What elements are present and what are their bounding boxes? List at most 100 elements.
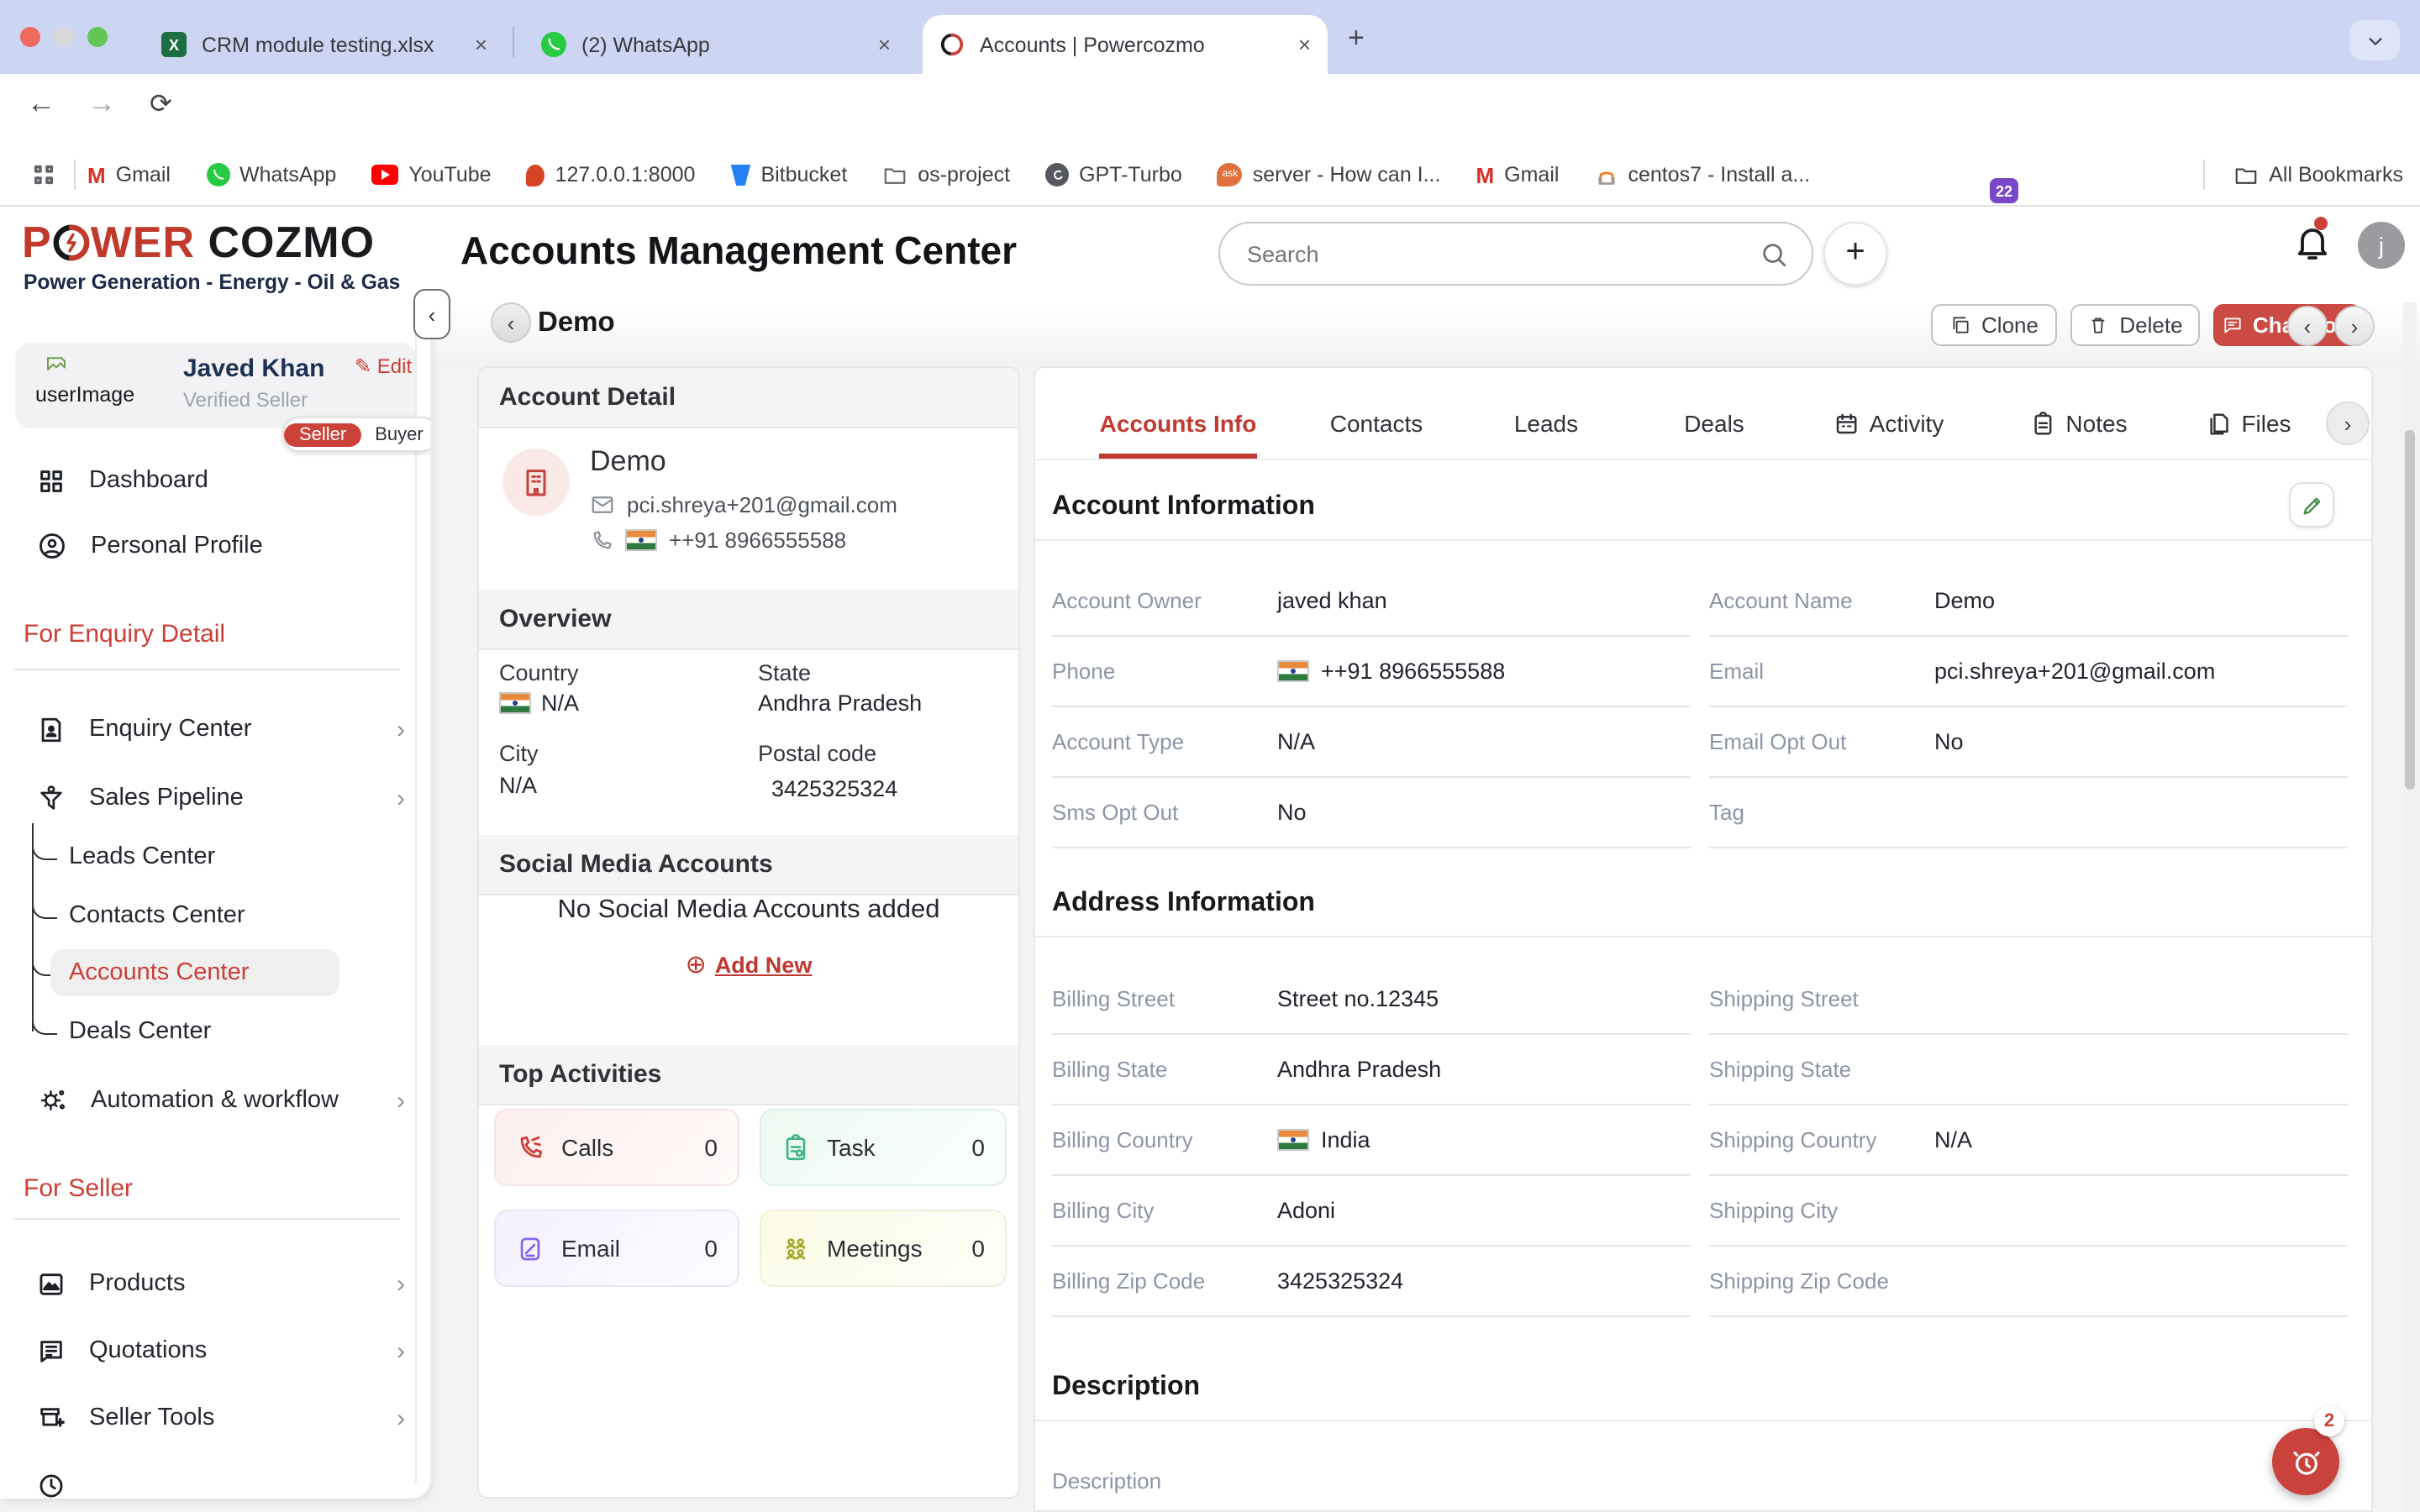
activity-card-email[interactable]: Email0 (494, 1210, 739, 1287)
bookmark-centos7[interactable]: centos7 - Install a... (1594, 163, 1810, 186)
sidebar-item-dashboard[interactable]: Dashboard (0, 450, 432, 511)
global-search[interactable] (1218, 222, 1813, 286)
user-status: Verified Seller (183, 388, 308, 412)
tab-leads[interactable]: Leads (1514, 388, 1578, 459)
sidebar-item-leads-center[interactable]: Leads Center (69, 843, 215, 870)
sidebar-item-label: Quotations (89, 1337, 207, 1364)
traffic-light-minimize[interactable] (54, 27, 74, 47)
sidebar-item-sales-pipeline[interactable]: Sales Pipeline › (0, 768, 432, 828)
bookmark-server[interactable]: askserver - How can I... (1218, 163, 1441, 186)
record-next-button[interactable]: › (2334, 306, 2375, 346)
browser-toolbar: ← → ⟳ i localhost:3000/crmV1/accounts?ac… (0, 74, 2420, 144)
traffic-light-zoom[interactable] (87, 27, 108, 47)
activity-card-calls[interactable]: Calls0 (494, 1109, 739, 1186)
india-flag-icon (1277, 660, 1309, 682)
sidebar-item-personal-profile[interactable]: Personal Profile (0, 516, 432, 576)
forward-button[interactable]: → (87, 87, 116, 121)
delete-button[interactable]: Delete (2070, 304, 2200, 346)
bookmark-gmail[interactable]: MGmail (87, 162, 171, 187)
sidebar-item-contacts-center[interactable]: Contacts Center (69, 902, 245, 929)
back-button[interactable]: ← (27, 87, 55, 121)
bookmarks-right-separator (2203, 160, 2205, 190)
tabs-scroll-next-button[interactable]: › (2326, 402, 2370, 445)
traffic-light-close[interactable] (20, 27, 40, 47)
sidebar-collapse-button[interactable]: ‹ (413, 289, 450, 339)
reload-button[interactable]: ⟳ (150, 87, 172, 121)
role-toggle[interactable]: Seller Buyer (282, 417, 432, 452)
overview-label: City (499, 741, 539, 766)
record-title: Demo (538, 307, 615, 339)
bookmark-localhost[interactable]: 127.0.0.1:8000 (527, 163, 696, 186)
tab-search-button[interactable] (2349, 20, 2400, 60)
bookmark-gmail-2[interactable]: MGmail (1476, 162, 1559, 187)
bookmark-whatsapp[interactable]: WhatsApp (206, 163, 336, 186)
support-chat-fab[interactable] (2272, 1428, 2339, 1495)
user-avatar[interactable]: j (2358, 222, 2405, 269)
chevron-right-icon: › (397, 1086, 405, 1115)
overview-value: 3425325324 (771, 776, 897, 801)
tab-files[interactable]: Files (2206, 388, 2291, 459)
sidebar-item-products[interactable]: Products › (0, 1253, 432, 1314)
role-buyer[interactable]: Buyer (361, 424, 432, 444)
tab-close-icon[interactable]: × (1298, 34, 1311, 55)
apps-grid-icon[interactable] (30, 161, 57, 188)
sidebar-item-label: Automation & workflow (91, 1087, 339, 1114)
phone-icon (590, 528, 613, 552)
add-new-button[interactable]: + (1823, 222, 1887, 286)
sidebar-item-enquiry-center[interactable]: Enquiry Center › (0, 699, 432, 759)
edit-profile-link[interactable]: ✎ Edit (355, 354, 412, 378)
account-building-icon (502, 449, 570, 516)
tab-deals[interactable]: Deals (1684, 388, 1744, 459)
account-phone[interactable]: ++91 8966555588 (669, 528, 846, 553)
tab-notes[interactable]: Notes (2030, 388, 2127, 459)
tab-close-icon[interactable]: × (475, 34, 487, 55)
sidebar-item-quotations[interactable]: Quotations › (0, 1320, 432, 1381)
sidebar-item-seller-tools[interactable]: Seller Tools › (0, 1388, 432, 1448)
sidebar-scroll-track[interactable] (415, 274, 417, 1483)
new-tab-button[interactable]: + (1348, 22, 1365, 55)
activity-card-meetings[interactable]: Meetings0 (760, 1210, 1007, 1287)
browser-tab-active[interactable]: Accounts | Powercozmo × (923, 15, 1328, 74)
tab-accounts-info[interactable]: Accounts Info (1100, 388, 1257, 459)
person-circle-icon (37, 531, 67, 561)
seller-tools-icon (37, 1404, 66, 1432)
tab-separator (513, 27, 514, 57)
sidebar-item-label: Enquiry Center (89, 716, 251, 743)
sidebar-item-accounts-center[interactable]: Accounts Center (69, 959, 249, 986)
browser-tab-2[interactable]: (2) WhatsApp × (524, 15, 908, 74)
edit-account-info-button[interactable] (2289, 482, 2334, 528)
record-back-button[interactable]: ‹ (491, 302, 531, 343)
field-label: Shipping City (1709, 1198, 1934, 1223)
tab-close-icon[interactable]: × (878, 34, 891, 55)
field-label: Shipping Country (1709, 1127, 1934, 1152)
bookmark-youtube[interactable]: YouTube (371, 163, 491, 186)
sidebar-item-deals-center[interactable]: Deals Center (69, 1018, 211, 1045)
record-prev-button[interactable]: ‹ (2287, 306, 2328, 346)
field-label: Tag (1709, 800, 1934, 825)
tab-activity[interactable]: Activity (1834, 388, 1944, 459)
page-scrollbar-thumb[interactable] (2405, 430, 2415, 790)
browser-tab-1[interactable]: X CRM module testing.xlsx × (145, 15, 504, 74)
overview-value: Andhra Pradesh (758, 690, 922, 716)
search-input[interactable] (1244, 239, 1760, 268)
tab-contacts[interactable]: Contacts (1330, 388, 1423, 459)
sidebar-divider (13, 1218, 400, 1220)
sidebar-item-automation[interactable]: Automation & workflow › (0, 1070, 432, 1131)
role-seller[interactable]: Seller (284, 423, 361, 446)
clone-button[interactable]: Clone (1931, 304, 2057, 346)
bookmark-gpt-turbo[interactable]: GPT-Turbo (1045, 163, 1182, 186)
sidebar-item-partial[interactable] (0, 1455, 432, 1499)
add-new-link[interactable]: ⊕Add New (479, 949, 1018, 979)
user-image-alt: userImage (35, 383, 134, 407)
activity-card-task[interactable]: Task0 (760, 1109, 1007, 1186)
all-bookmarks[interactable]: All Bookmarks (2233, 162, 2403, 187)
chevron-right-icon: › (397, 1404, 405, 1432)
notifications-bell-icon[interactable] (2292, 222, 2333, 262)
bookmark-os-project[interactable]: os-project (882, 162, 1010, 187)
email-icon (516, 1234, 544, 1263)
account-email[interactable]: pci.shreya+201@gmail.com (627, 492, 897, 517)
bookmark-bitbucket[interactable]: Bitbucket (730, 163, 847, 186)
search-icon[interactable] (1760, 239, 1788, 268)
app-header: PWER COZMO Power Generation - Energy - O… (0, 207, 2420, 302)
calendar-icon (1834, 411, 1860, 436)
